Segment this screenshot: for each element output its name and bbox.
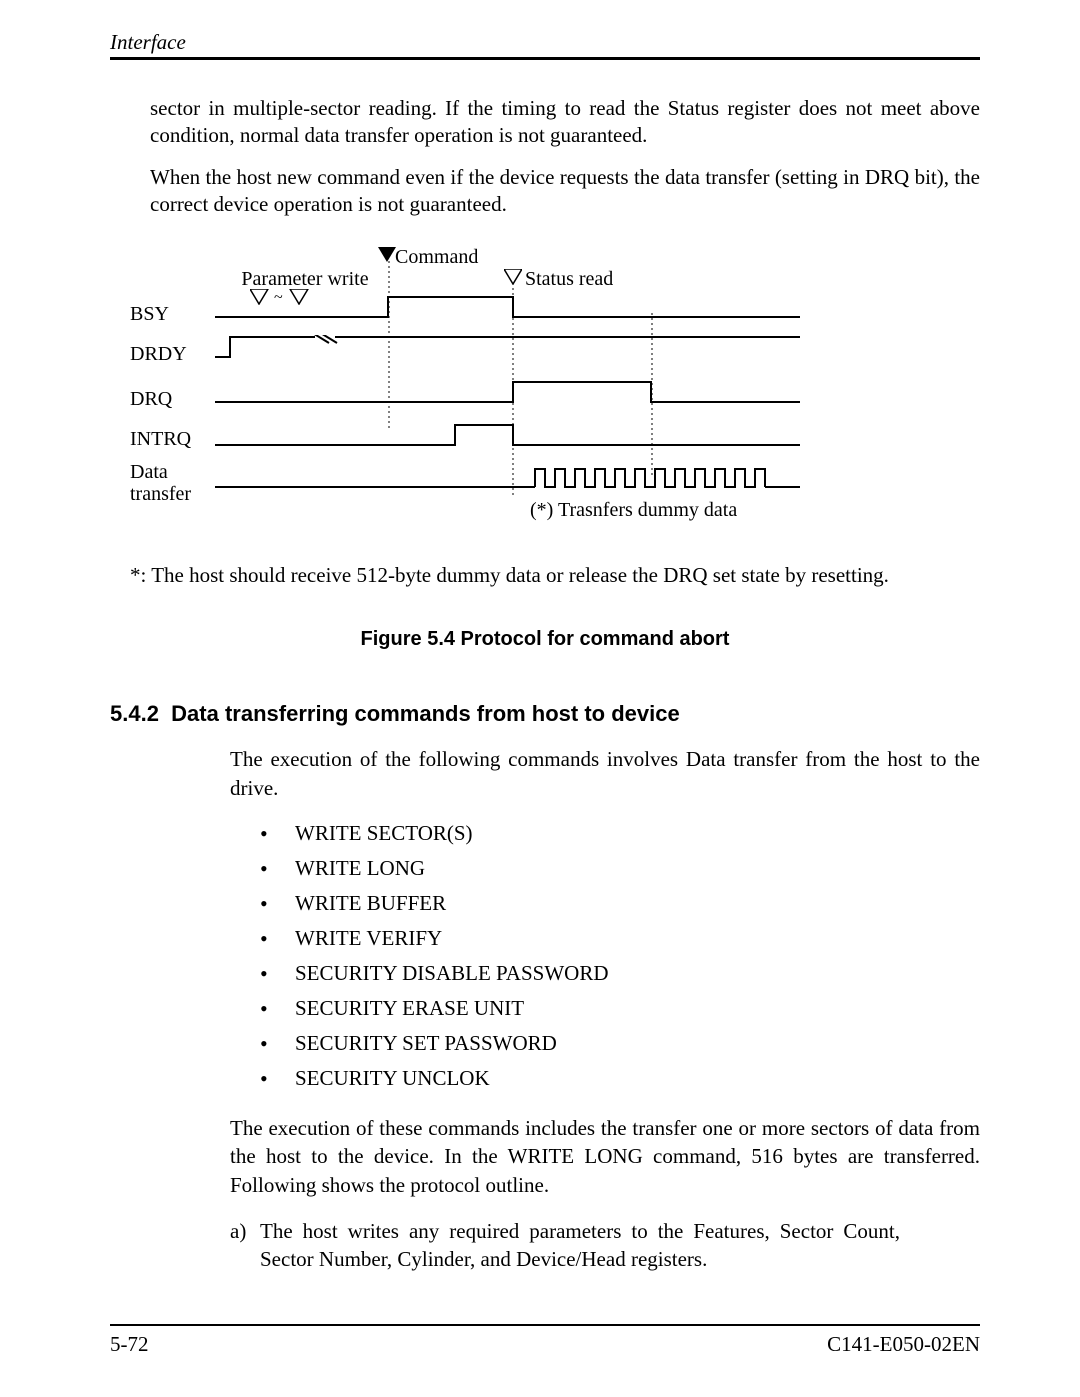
label-parameter-write: Parameter write bbox=[230, 268, 380, 291]
list-item: SECURITY SET PASSWORD bbox=[260, 1026, 980, 1061]
header-title: Interface bbox=[110, 30, 186, 55]
signal-drq-waveform bbox=[215, 380, 805, 410]
footer-page-number: 5-72 bbox=[110, 1332, 149, 1357]
lettered-item-a: a)The host writes any required parameter… bbox=[230, 1217, 980, 1274]
footnote: *: The host should receive 512-byte dumm… bbox=[130, 563, 980, 588]
label-status-read: Status read bbox=[525, 268, 613, 291]
timing-diagram: Parameter write Command Status read ~ BS… bbox=[130, 243, 830, 538]
signal-intrq-waveform bbox=[215, 423, 805, 453]
list-item: SECURITY UNCLOK bbox=[260, 1061, 980, 1096]
body-paragraph-1: The execution of the following commands … bbox=[230, 745, 980, 802]
signal-label-drq: DRQ bbox=[130, 388, 210, 411]
footer-doc-id: C141-E050-02EN bbox=[827, 1332, 980, 1357]
lettered-label-a: a) bbox=[230, 1217, 260, 1245]
signal-bsy-waveform bbox=[215, 295, 805, 325]
signal-data-transfer-waveform bbox=[215, 465, 805, 495]
command-arrow-icon bbox=[378, 247, 396, 263]
lettered-text-a: The host writes any required parameters … bbox=[260, 1217, 900, 1274]
signal-label-bsy: BSY bbox=[130, 303, 210, 326]
intro-p1: sector in multiple-sector reading. If th… bbox=[150, 95, 980, 150]
list-item: SECURITY DISABLE PASSWORD bbox=[260, 956, 980, 991]
list-item: WRITE BUFFER bbox=[260, 886, 980, 921]
signal-label-data-transfer: Data transfer bbox=[130, 461, 210, 505]
command-list: WRITE SECTOR(S) WRITE LONG WRITE BUFFER … bbox=[260, 816, 980, 1096]
diagram-note-star: (*) Trasnfers dummy data bbox=[530, 499, 737, 522]
page-header: Interface bbox=[110, 30, 980, 60]
list-item: WRITE VERIFY bbox=[260, 921, 980, 956]
list-item: WRITE LONG bbox=[260, 851, 980, 886]
page: Interface sector in multiple-sector read… bbox=[0, 0, 1080, 1397]
signal-label-intrq: INTRQ bbox=[130, 428, 210, 451]
signal-drdy-waveform bbox=[215, 335, 805, 365]
figure-caption: Figure 5.4 Protocol for command abort bbox=[110, 628, 980, 651]
signal-label-drdy: DRDY bbox=[130, 343, 210, 366]
list-item: WRITE SECTOR(S) bbox=[260, 816, 980, 851]
page-footer: 5-72 C141-E050-02EN bbox=[110, 1324, 980, 1357]
label-command: Command bbox=[395, 246, 478, 269]
section-number: 5.4.2 bbox=[110, 701, 159, 726]
intro-p2: When the host new command even if the de… bbox=[150, 164, 980, 219]
section-heading: 5.4.2 Data transferring commands from ho… bbox=[110, 701, 980, 727]
section-title: Data transferring commands from host to … bbox=[171, 701, 680, 726]
intro-block: sector in multiple-sector reading. If th… bbox=[150, 95, 980, 218]
body-paragraph-2: The execution of these commands includes… bbox=[230, 1114, 980, 1199]
list-item: SECURITY ERASE UNIT bbox=[260, 991, 980, 1026]
